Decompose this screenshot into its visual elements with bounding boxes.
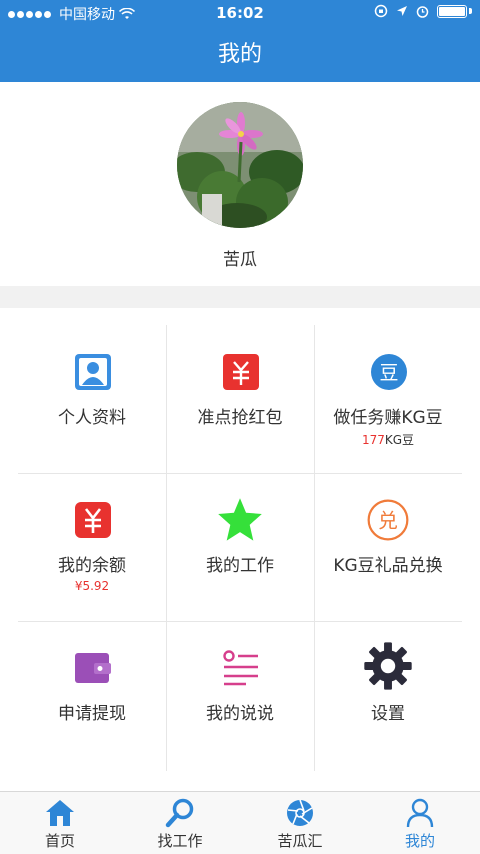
wallet-yen-icon — [75, 502, 111, 538]
menu-grid: 个人资料 准点抢红包 豆 做任务赚KG豆 177KG豆 我的余额 ¥5.92 我… — [18, 325, 462, 771]
alarm-icon — [416, 5, 429, 18]
user-icon — [406, 798, 434, 828]
search-icon — [165, 798, 194, 828]
tab-home[interactable]: 首页 — [0, 792, 120, 854]
menu-item-my-posts[interactable]: 我的说说 — [166, 621, 314, 769]
svg-text:兑: 兑 — [378, 510, 398, 533]
menu-item-label: 申请提现 — [58, 704, 126, 724]
tab-kugua-hui[interactable]: 苦瓜汇 — [240, 792, 360, 854]
aperture-icon — [287, 799, 313, 826]
tab-bar: 首页 找工作 苦瓜汇 我的 — [0, 791, 480, 854]
gear-icon — [364, 642, 412, 690]
menu-item-label: 个人资料 — [58, 408, 126, 428]
purse-icon — [75, 653, 111, 683]
home-icon — [46, 800, 74, 826]
svg-text:豆: 豆 — [379, 362, 398, 384]
kg-bean-count: 177 — [361, 433, 385, 447]
battery-icon — [437, 4, 467, 18]
menu-item-red-envelope[interactable]: 准点抢红包 — [166, 325, 314, 473]
menu-item-label: 我的余额 — [58, 556, 126, 576]
tab-label: 找工作 — [157, 832, 203, 850]
page-title: 我的 — [217, 42, 262, 67]
menu-item-label: KG豆礼品兑换 — [333, 556, 443, 576]
menu-item-label: 准点抢红包 — [197, 408, 283, 428]
menu-item-profile[interactable]: 个人资料 — [18, 325, 166, 473]
top-bar: 中国移动 16:02 我的 — [0, 0, 480, 82]
profile-card-icon — [75, 354, 111, 390]
menu-item-balance[interactable]: 我的余额 ¥5.92 — [18, 473, 166, 621]
menu-item-my-work[interactable]: 我的工作 — [166, 473, 314, 621]
rotation-lock-icon — [374, 4, 388, 18]
battery-tip — [469, 8, 472, 14]
tab-label: 首页 — [44, 832, 75, 850]
kg-bean-balance: 177KG豆 — [314, 431, 462, 448]
profile-name: 苦瓜 — [223, 250, 257, 270]
menu-item-label: 我的工作 — [206, 556, 274, 576]
location-arrow-icon — [397, 6, 407, 16]
menu-item-withdraw[interactable]: 申请提现 — [18, 621, 166, 769]
menu-item-label: 做任务赚KG豆 — [333, 408, 443, 428]
status-right — [374, 4, 472, 18]
tab-find-job[interactable]: 找工作 — [120, 792, 240, 854]
red-envelope-icon — [223, 354, 259, 390]
kg-bean-unit: KG豆 — [384, 433, 415, 447]
menu-item-tasks[interactable]: 豆 做任务赚KG豆 177KG豆 — [314, 325, 462, 473]
menu-item-label: 设置 — [371, 704, 405, 724]
menu-item-label: 我的说说 — [206, 704, 274, 724]
profile-section: 苦瓜 — [0, 82, 480, 286]
tab-label: 我的 — [404, 832, 435, 850]
status-bar: 中国移动 16:02 — [0, 0, 480, 26]
avatar-flower-image — [177, 102, 303, 228]
kg-bean-icon: 豆 — [371, 354, 407, 390]
section-divider — [0, 286, 480, 308]
avatar[interactable] — [177, 102, 303, 228]
menu-item-gift-exchange[interactable]: 兑 KG豆礼品兑换 — [314, 473, 462, 621]
tab-label: 苦瓜汇 — [277, 832, 323, 850]
exchange-icon: 兑 — [367, 499, 409, 541]
balance-amount: ¥5.92 — [74, 579, 110, 593]
menu-item-settings[interactable]: 设置 — [314, 621, 462, 769]
star-icon — [218, 498, 262, 541]
list-text-icon — [223, 650, 258, 686]
tab-mine[interactable]: 我的 — [360, 792, 480, 854]
